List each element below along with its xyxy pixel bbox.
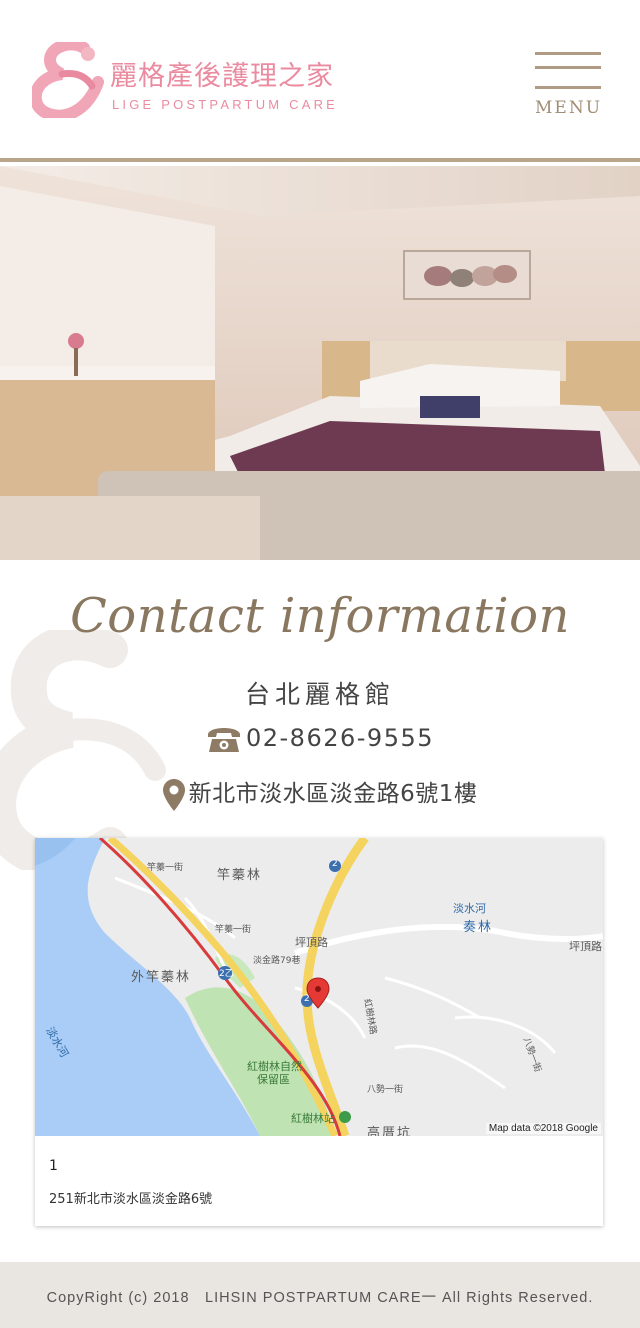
site-footer: CopyRight (c) 2018 LIHSIN POSTPARTUM CAR… [0, 1262, 640, 1328]
hamburger-line-icon [535, 86, 601, 89]
map-info-number: 1 [49, 1158, 58, 1174]
map-card: 竿蓁林 外竿蓁林 紅樹林自然 保留區 紅樹林站 高厝坑 淡水河 奏林 淡水河 坪… [35, 838, 603, 1226]
map-label-road4: 八勢一街 [367, 1085, 404, 1095]
address-text: 新北市淡水區淡金路6號1樓 [188, 781, 478, 807]
google-map[interactable]: 竿蓁林 外竿蓁林 紅樹林自然 保留區 紅樹林站 高厝坑 淡水河 奏林 淡水河 坪… [35, 838, 603, 1136]
brand-title: 麗格產後護理之家 [110, 61, 334, 92]
brand-logo[interactable]: 麗格產後護理之家 LIGE POSTPARTUM CARE [32, 42, 362, 118]
map-label-road1: 坪頂路 [295, 936, 328, 949]
brand-subtitle: LIGE POSTPARTUM CARE [112, 97, 339, 112]
map-label-west: 外竿蓁林 [131, 970, 192, 985]
map-label-north: 竿蓁林 [217, 868, 263, 883]
map-label-road5: 竿蓁一街 [147, 863, 184, 873]
map-label-reserve2: 保留區 [257, 1073, 290, 1086]
ampersand-logo-icon [32, 42, 104, 118]
map-label-river-ne: 淡水河 [453, 902, 486, 915]
map-label-hw1: 2 [332, 859, 338, 869]
phone-row[interactable]: 02-8626-9555 [0, 724, 640, 754]
menu-label: MENU [535, 98, 603, 118]
map-label-road6: 淡金路79巷 [253, 956, 301, 966]
map-info-address: 251新北市淡水區淡金路6號 [49, 1192, 213, 1207]
hamburger-line-icon [535, 52, 601, 55]
map-label-hw3: 2 [304, 994, 310, 1004]
location-pin-icon [162, 778, 185, 811]
map-label-south: 高厝坑 [367, 1126, 413, 1136]
map-label-hw2: 2乙 [219, 969, 234, 979]
map-label-road7: 竿蓁一街 [215, 925, 252, 935]
map-attribution[interactable]: Map data ©2018 Google [485, 1123, 601, 1134]
contact-section: Contact information 台北麗格館 02-8626-9555 新… [0, 560, 640, 1260]
room-photo [0, 166, 640, 560]
site-header: 麗格產後護理之家 LIGE POSTPARTUM CARE MENU [0, 0, 640, 162]
hamburger-line-icon [535, 66, 601, 69]
phone-number[interactable]: 02-8626-9555 [246, 724, 434, 752]
map-label-road2: 坪頂路 [569, 940, 602, 953]
map-label-station: 紅樹林站 [291, 1112, 335, 1125]
copyright-text: CopyRight (c) 2018 LIHSIN POSTPARTUM CAR… [46, 1290, 594, 1306]
map-tiles [35, 838, 603, 1136]
hero-room-image [0, 166, 640, 560]
contact-heading: Contact information [70, 588, 570, 644]
menu-button[interactable]: MENU [535, 52, 605, 122]
map-label-river-ne2: 奏林 [463, 920, 494, 935]
telephone-icon [207, 728, 240, 752]
address-row: 新北市淡水區淡金路6號1樓 [0, 774, 640, 811]
branch-name: 台北麗格館 [244, 680, 395, 709]
